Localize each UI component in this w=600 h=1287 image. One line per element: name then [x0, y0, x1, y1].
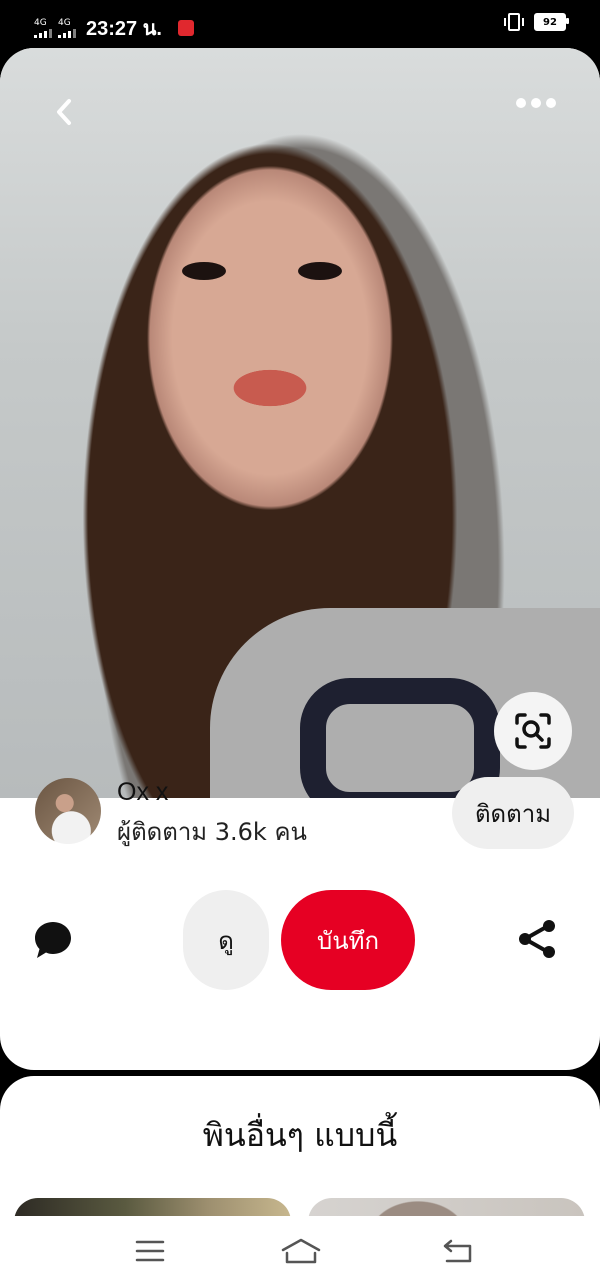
visual-search-button[interactable]	[494, 692, 572, 770]
home-button[interactable]	[281, 1236, 321, 1266]
battery-indicator: 92	[534, 13, 569, 31]
app-notification-icon	[177, 20, 194, 36]
recent-apps-button[interactable]	[133, 1236, 167, 1266]
more-dots-icon	[516, 98, 526, 108]
vibrate-icon	[504, 13, 524, 31]
more-like-this-section: พินอื่นๆ แบบนี้	[0, 1076, 600, 1236]
lens-search-icon	[515, 713, 551, 749]
pin-image[interactable]	[0, 48, 600, 798]
system-nav-bar	[0, 1216, 600, 1287]
follower-count: ผู้ติดตาม 3.6k คน	[117, 818, 307, 846]
menu-icon	[135, 1240, 165, 1262]
photo-detail-eye	[298, 262, 342, 280]
network-type-1: 4G	[34, 17, 47, 28]
back-nav-button[interactable]	[440, 1236, 474, 1266]
share-icon	[519, 920, 555, 958]
creator-name[interactable]: Ox x	[117, 778, 168, 807]
status-bar: 4G 4G 23:27 น. 92	[0, 0, 600, 48]
back-icon	[443, 1239, 472, 1263]
comment-button[interactable]	[33, 920, 73, 960]
status-left: 4G 4G 23:27 น.	[34, 12, 194, 44]
chevron-left-icon	[57, 99, 71, 125]
comment-bubble-icon	[35, 922, 71, 958]
share-button[interactable]	[516, 918, 558, 960]
network-type-2: 4G	[58, 17, 71, 28]
view-button[interactable]: ดู	[183, 890, 269, 990]
pin-card: Ox x ผู้ติดตาม 3.6k คน ติดตาม ดู บันทึก	[0, 48, 600, 1070]
follow-button[interactable]: ติดตาม	[452, 777, 574, 849]
section-title: พินอื่นๆ แบบนี้	[202, 1116, 398, 1154]
creator-row: Ox x ผู้ติดตาม 3.6k คน ติดตาม	[0, 770, 600, 862]
back-button[interactable]	[46, 94, 82, 130]
clock: 23:27 น.	[86, 18, 162, 40]
signal-icon-1: 4G	[34, 17, 52, 38]
photo-detail-eye	[182, 262, 226, 280]
status-right: 92	[504, 13, 569, 31]
action-bar: ดู บันทึก	[0, 890, 600, 990]
home-icon	[281, 1238, 321, 1264]
save-button[interactable]: บันทึก	[281, 890, 415, 990]
more-options-button[interactable]	[516, 98, 556, 108]
avatar[interactable]	[35, 778, 101, 844]
signal-icon-2: 4G	[58, 17, 76, 38]
